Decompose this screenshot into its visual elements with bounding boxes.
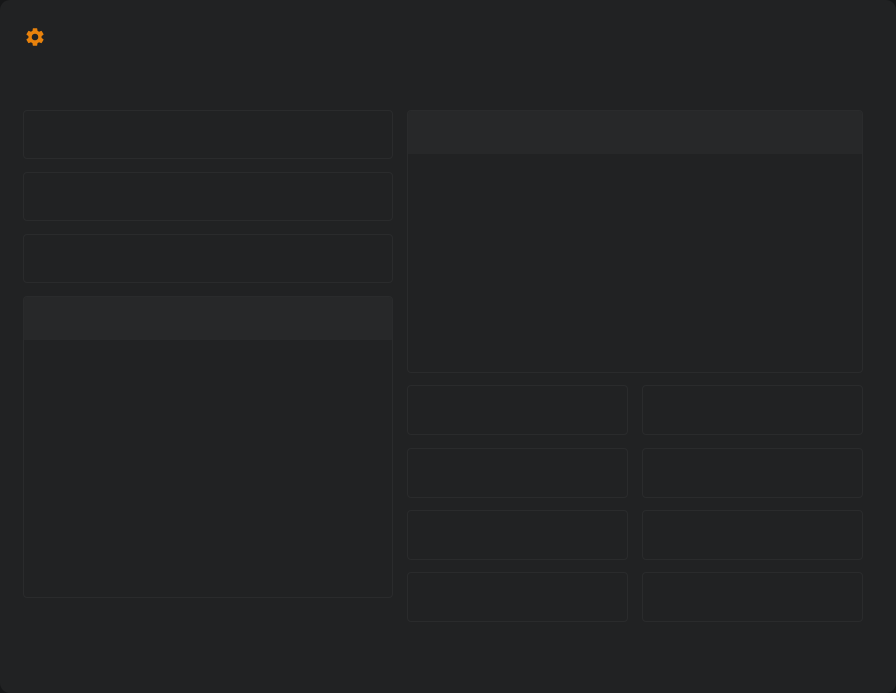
left-card-1[interactable] [23,110,393,159]
left-card-3[interactable] [23,234,393,283]
app-window [0,0,896,693]
left-panel [23,296,393,598]
gear-icon [26,28,44,46]
grid-card-8[interactable] [642,572,863,622]
left-panel-header [24,297,392,340]
grid-card-6[interactable] [642,510,863,560]
left-panel-body [24,340,392,597]
grid-card-2[interactable] [642,385,863,435]
right-panel [407,110,863,373]
left-card-2[interactable] [23,172,393,221]
grid-card-1[interactable] [407,385,628,435]
settings-button[interactable] [22,24,48,50]
right-panel-header [408,111,862,154]
grid-card-5[interactable] [407,510,628,560]
grid-card-7[interactable] [407,572,628,622]
grid-card-3[interactable] [407,448,628,498]
grid-card-4[interactable] [642,448,863,498]
right-panel-body [408,154,862,372]
